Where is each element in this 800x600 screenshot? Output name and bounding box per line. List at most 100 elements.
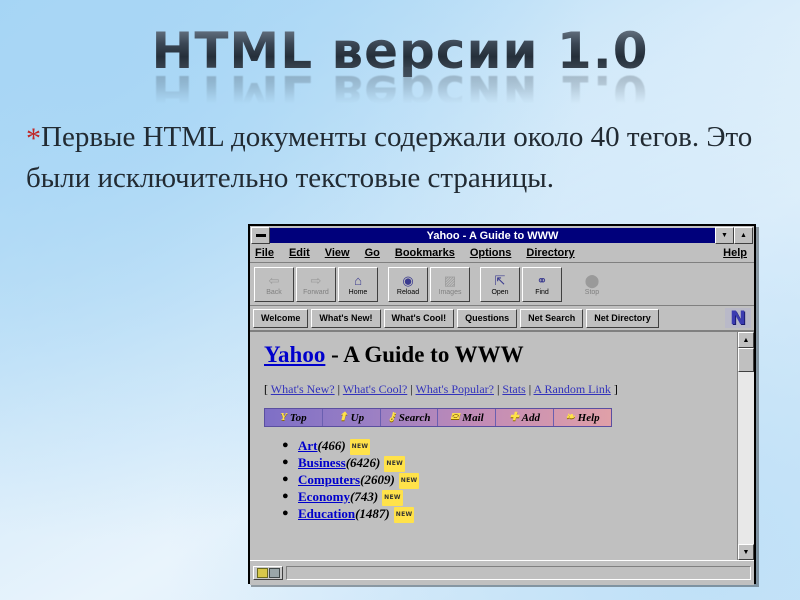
category-count-economy: (743)	[350, 489, 379, 504]
link-whats-popular[interactable]: What's Popular?	[416, 382, 494, 396]
maximize-button[interactable]: ▲	[734, 227, 753, 244]
category-link-business[interactable]: Business	[298, 455, 346, 470]
nav-button-help[interactable]: ❧ Help	[554, 409, 611, 426]
nav-button-mail[interactable]: ✉ Mail	[438, 409, 497, 426]
scrollbar-track[interactable]	[738, 348, 754, 544]
dirbutton-welcome[interactable]: Welcome	[253, 308, 309, 328]
security-status-icon[interactable]	[253, 566, 283, 580]
menu-item-file[interactable]: File	[255, 247, 274, 259]
slide-title-reflection: HTML версии 1.0	[0, 64, 800, 122]
vertical-scrollbar[interactable]: ▲ ▼	[737, 332, 754, 560]
scroll-down-arrow-icon[interactable]: ▼	[738, 544, 754, 560]
menu-edit-label: Edit	[288, 247, 310, 259]
scroll-up-arrow-icon[interactable]: ▲	[738, 332, 754, 348]
toolbar-find-button[interactable]: ⚭ Find	[522, 266, 562, 302]
link-separator-3: |	[496, 382, 500, 396]
new-badge-icon: NEW	[384, 456, 406, 472]
netscape-logo-icon[interactable]: N	[725, 307, 751, 329]
menu-item-view[interactable]: View	[325, 247, 350, 259]
toolbar-home-button[interactable]: ⌂ Home	[338, 266, 378, 302]
dirbutton-whats-new[interactable]: What's New!	[311, 308, 381, 328]
status-bar	[250, 560, 754, 585]
link-bar-open-bracket: [	[264, 382, 268, 396]
link-separator-4: |	[528, 382, 532, 396]
nav-button-top[interactable]: Y Top	[265, 409, 323, 426]
slide-canvas: HTML версии 1.0 HTML версии 1.0 *Первые …	[0, 0, 800, 600]
find-binoculars-icon: ⚭	[536, 272, 548, 288]
yahoo-heading-link[interactable]: Yahoo	[264, 342, 325, 367]
menu-help-label: Help	[723, 247, 747, 259]
category-link-computers[interactable]: Computers	[298, 472, 360, 487]
link-random[interactable]: A Random Link	[533, 382, 610, 396]
menu-directory-label: Directory	[526, 247, 575, 259]
menu-item-directory[interactable]: Directory	[526, 247, 574, 259]
minimize-button[interactable]: ▼	[715, 227, 734, 244]
menu-item-bookmarks[interactable]: Bookmarks	[395, 247, 455, 259]
dirbutton-whats-cool[interactable]: What's Cool!	[383, 308, 455, 328]
list-item: Computers(2609)NEW	[282, 471, 737, 489]
slide-body-text: Первые HTML документы содержали около 40…	[26, 121, 753, 194]
slide-title-block: HTML версии 1.0 HTML версии 1.0	[0, 26, 800, 123]
toolbar-images-label: Images	[438, 288, 462, 296]
toolbar-forward-button[interactable]: ⇨ Forward	[296, 266, 336, 302]
home-icon: ⌂	[354, 272, 362, 288]
menu-options-label: Options	[469, 247, 512, 259]
toolbar-stop-button[interactable]: ⬤ Stop	[572, 266, 612, 302]
category-link-art[interactable]: Art	[298, 438, 318, 453]
new-badge-icon: NEW	[398, 473, 420, 489]
page-title: HTML версии 1.0	[0, 26, 800, 77]
forward-arrow-icon: ⇨	[310, 272, 322, 288]
list-item: Business(6426)NEW	[282, 454, 737, 472]
page-link-bar: [ What's New? | What's Cool? | What's Po…	[264, 382, 737, 397]
scrollbar-thumb[interactable]	[738, 348, 754, 372]
nav-button-add[interactable]: ✚ Add	[496, 409, 555, 426]
content-area: Yahoo - A Guide to WWW [ What's New? | W…	[250, 331, 754, 560]
web-page-document: Yahoo - A Guide to WWW [ What's New? | W…	[250, 332, 737, 560]
search-key-icon: ⚷	[387, 411, 396, 423]
category-link-economy[interactable]: Economy	[298, 489, 350, 504]
toolbar-open-button[interactable]: ⇱ Open	[480, 266, 520, 302]
menu-item-edit[interactable]: Edit	[289, 247, 310, 259]
menu-item-help[interactable]: Help	[723, 247, 747, 259]
status-key-icon	[256, 568, 268, 578]
menu-item-go[interactable]: Go	[365, 247, 380, 259]
list-item: Education(1487)NEW	[282, 505, 737, 523]
menu-file-label: File	[255, 247, 274, 259]
yahoo-y-icon: Y	[280, 411, 287, 423]
directory-button-bar: Welcome What's New! What's Cool! Questio…	[250, 306, 754, 331]
add-plus-icon: ✚	[509, 411, 519, 423]
dirbutton-questions[interactable]: Questions	[457, 308, 518, 328]
list-item: Art(466)NEW	[282, 437, 737, 455]
link-whats-cool[interactable]: What's Cool?	[343, 382, 407, 396]
nav-add-label: Add	[521, 411, 540, 424]
mail-envelope-icon: ✉	[450, 411, 460, 423]
new-badge-icon: NEW	[349, 439, 371, 455]
toolbar-images-button[interactable]: ▨ Images	[430, 266, 470, 302]
page-nav-button-bar: Y Top ⬆ Up ⚷ Search ✉ Mail ✚ Add ❧ Help	[264, 408, 612, 427]
link-whats-new[interactable]: What's New?	[271, 382, 335, 396]
nav-button-up[interactable]: ⬆ Up	[323, 409, 381, 426]
toolbar-reload-button[interactable]: ◉ Reload	[388, 266, 428, 302]
toolbar-back-button[interactable]: ⇦ Back	[254, 266, 294, 302]
nav-button-search[interactable]: ⚷ Search	[381, 409, 439, 426]
category-list: Art(466)NEW Business(6426)NEW Computers(…	[282, 437, 737, 523]
system-menu-icon	[255, 234, 266, 237]
toolbar-forward-label: Forward	[303, 288, 329, 296]
help-icon: ❧	[565, 411, 575, 423]
menu-item-options[interactable]: Options	[470, 247, 512, 259]
new-badge-icon: NEW	[382, 490, 403, 506]
category-link-education[interactable]: Education	[298, 506, 355, 521]
link-separator-1: |	[337, 382, 341, 396]
system-menu-button[interactable]	[251, 227, 270, 244]
link-stats[interactable]: Stats	[502, 382, 525, 396]
nav-mail-label: Mail	[462, 411, 484, 424]
status-globe-icon	[268, 568, 280, 578]
category-count-business: (6426)	[345, 455, 381, 470]
images-icon: ▨	[443, 272, 457, 288]
toolbar-open-label: Open	[491, 288, 509, 296]
toolbar-reload-label: Reload	[396, 288, 420, 296]
dirbutton-net-search[interactable]: Net Search	[520, 308, 584, 328]
browser-toolbar: ⇦ Back ⇨ Forward ⌂ Home ◉ Reload ▨ Image…	[250, 263, 754, 306]
menu-bar: File Edit View Go Bookmarks Options Dire…	[250, 244, 754, 263]
dirbutton-net-directory[interactable]: Net Directory	[586, 308, 659, 328]
